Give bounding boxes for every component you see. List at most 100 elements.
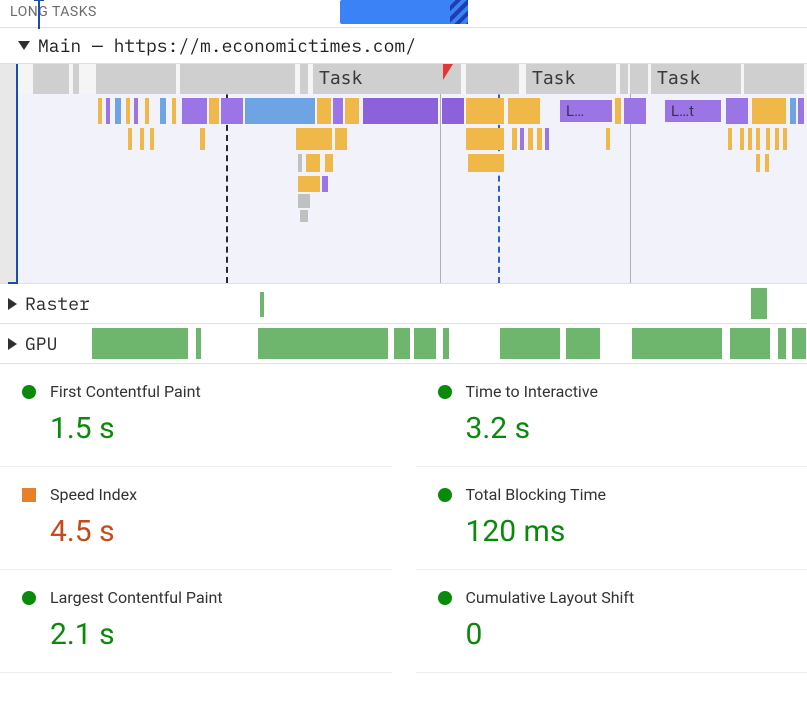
flame-segment[interactable] [537, 128, 542, 150]
task-label: Task [532, 68, 575, 89]
flame-segment[interactable] [345, 98, 359, 124]
chevron-down-icon [18, 41, 30, 50]
task-block[interactable] [620, 64, 628, 94]
long-task-hatch [450, 0, 468, 24]
flame-segment[interactable] [98, 98, 102, 124]
flame-segment[interactable] [335, 128, 347, 150]
main-thread-header[interactable]: Main — https://m.economictimes.com/ [0, 28, 807, 64]
flame-segment[interactable] [200, 128, 205, 150]
flame-segment[interactable] [298, 176, 320, 192]
task-block[interactable] [180, 64, 295, 94]
flame-segment[interactable] [172, 98, 176, 124]
flame-segment[interactable] [296, 128, 332, 150]
flame-segment[interactable] [182, 98, 207, 124]
flame-segment[interactable] [134, 98, 138, 124]
flame-segment[interactable] [783, 128, 787, 150]
flame-segment[interactable] [245, 98, 315, 124]
flame-segment[interactable] [508, 98, 540, 124]
flame-segment[interactable] [756, 154, 760, 172]
status-dot-icon [438, 385, 452, 399]
gpu-segment[interactable] [394, 328, 410, 359]
flame-segment[interactable] [363, 98, 438, 124]
gpu-segment[interactable] [258, 328, 388, 359]
flame-segment[interactable] [766, 128, 770, 150]
flame-segment[interactable] [333, 98, 343, 124]
flame-segment[interactable] [726, 98, 748, 124]
task-block[interactable]: Task [313, 64, 461, 94]
task-block[interactable] [630, 64, 648, 94]
gpu-segment[interactable] [792, 328, 806, 359]
flame-segment[interactable] [740, 128, 744, 150]
gpu-track[interactable]: GPU [0, 324, 807, 364]
flame-segment[interactable] [466, 98, 504, 124]
flame-segment[interactable] [765, 154, 769, 172]
flame-segment[interactable] [624, 98, 646, 124]
flame-segment[interactable] [615, 98, 621, 124]
flame-segment[interactable] [300, 210, 308, 222]
flame-segment[interactable] [748, 128, 752, 150]
task-block[interactable] [33, 64, 69, 94]
flame-segment[interactable] [606, 128, 610, 150]
metric-cls: Cumulative Layout Shift 0 [416, 570, 807, 673]
task-block[interactable] [300, 64, 308, 94]
raster-segment[interactable] [260, 292, 264, 317]
flame-segment[interactable] [322, 176, 328, 192]
task-block[interactable]: Task [526, 64, 616, 94]
raster-segment[interactable] [751, 288, 767, 319]
flame-segment[interactable] [298, 154, 302, 172]
long-task-block[interactable] [340, 0, 468, 24]
flame-segment[interactable] [752, 98, 786, 124]
flame-segment[interactable] [128, 128, 132, 150]
flame-segment[interactable] [325, 154, 333, 172]
flame-call[interactable]: L… [560, 100, 612, 122]
flame-segment[interactable] [317, 98, 331, 124]
metric-value: 4.5 s [22, 514, 380, 549]
flame-segment[interactable] [221, 98, 243, 124]
flame-segment[interactable] [528, 128, 533, 150]
task-block[interactable] [96, 64, 176, 94]
flame-segment[interactable] [106, 98, 110, 124]
flame-segment[interactable] [798, 98, 804, 124]
flame-segment[interactable] [298, 194, 310, 208]
flame-segment[interactable] [468, 154, 504, 172]
task-block[interactable] [744, 64, 804, 94]
gpu-segment[interactable] [778, 328, 786, 359]
task-block[interactable] [73, 64, 79, 94]
gpu-segment[interactable] [632, 328, 722, 359]
metric-label: Time to Interactive [466, 382, 598, 401]
chevron-right-icon [8, 298, 17, 310]
flame-segment[interactable] [442, 98, 464, 124]
flame-chart[interactable]: Task Task Task L… L…t [0, 64, 807, 284]
gpu-segment[interactable] [500, 328, 560, 359]
gpu-segment[interactable] [566, 328, 600, 359]
flame-segment[interactable] [520, 128, 524, 150]
flame-segment[interactable] [150, 128, 154, 150]
gpu-segment[interactable] [196, 328, 201, 359]
task-block[interactable] [466, 64, 519, 94]
flame-segment[interactable] [512, 128, 517, 150]
flame-segment[interactable] [126, 98, 130, 124]
flame-segment[interactable] [145, 98, 149, 124]
gpu-segment[interactable] [730, 328, 770, 359]
flame-gutter [0, 64, 18, 283]
flame-segment[interactable] [775, 128, 779, 150]
raster-track[interactable]: Raster [0, 284, 807, 324]
flame-segment[interactable] [756, 128, 760, 150]
flame-segment[interactable] [140, 128, 144, 150]
status-dot-icon [438, 488, 452, 502]
flame-call[interactable]: L…t [665, 100, 721, 122]
flame-segment[interactable] [160, 98, 166, 124]
flame-segment[interactable] [728, 128, 732, 150]
flame-segment[interactable] [790, 98, 796, 124]
flame-segment[interactable] [209, 98, 219, 124]
gpu-segment[interactable] [443, 328, 449, 359]
flame-segment[interactable] [306, 154, 320, 172]
task-block[interactable]: Task [651, 64, 741, 94]
flame-segment[interactable] [115, 98, 121, 124]
flame-segment[interactable] [466, 128, 504, 150]
task-label: Task [319, 68, 362, 89]
flame-segment[interactable] [545, 128, 549, 150]
gpu-segment[interactable] [414, 328, 436, 359]
grid-line [630, 64, 631, 283]
gpu-segment[interactable] [92, 328, 188, 359]
